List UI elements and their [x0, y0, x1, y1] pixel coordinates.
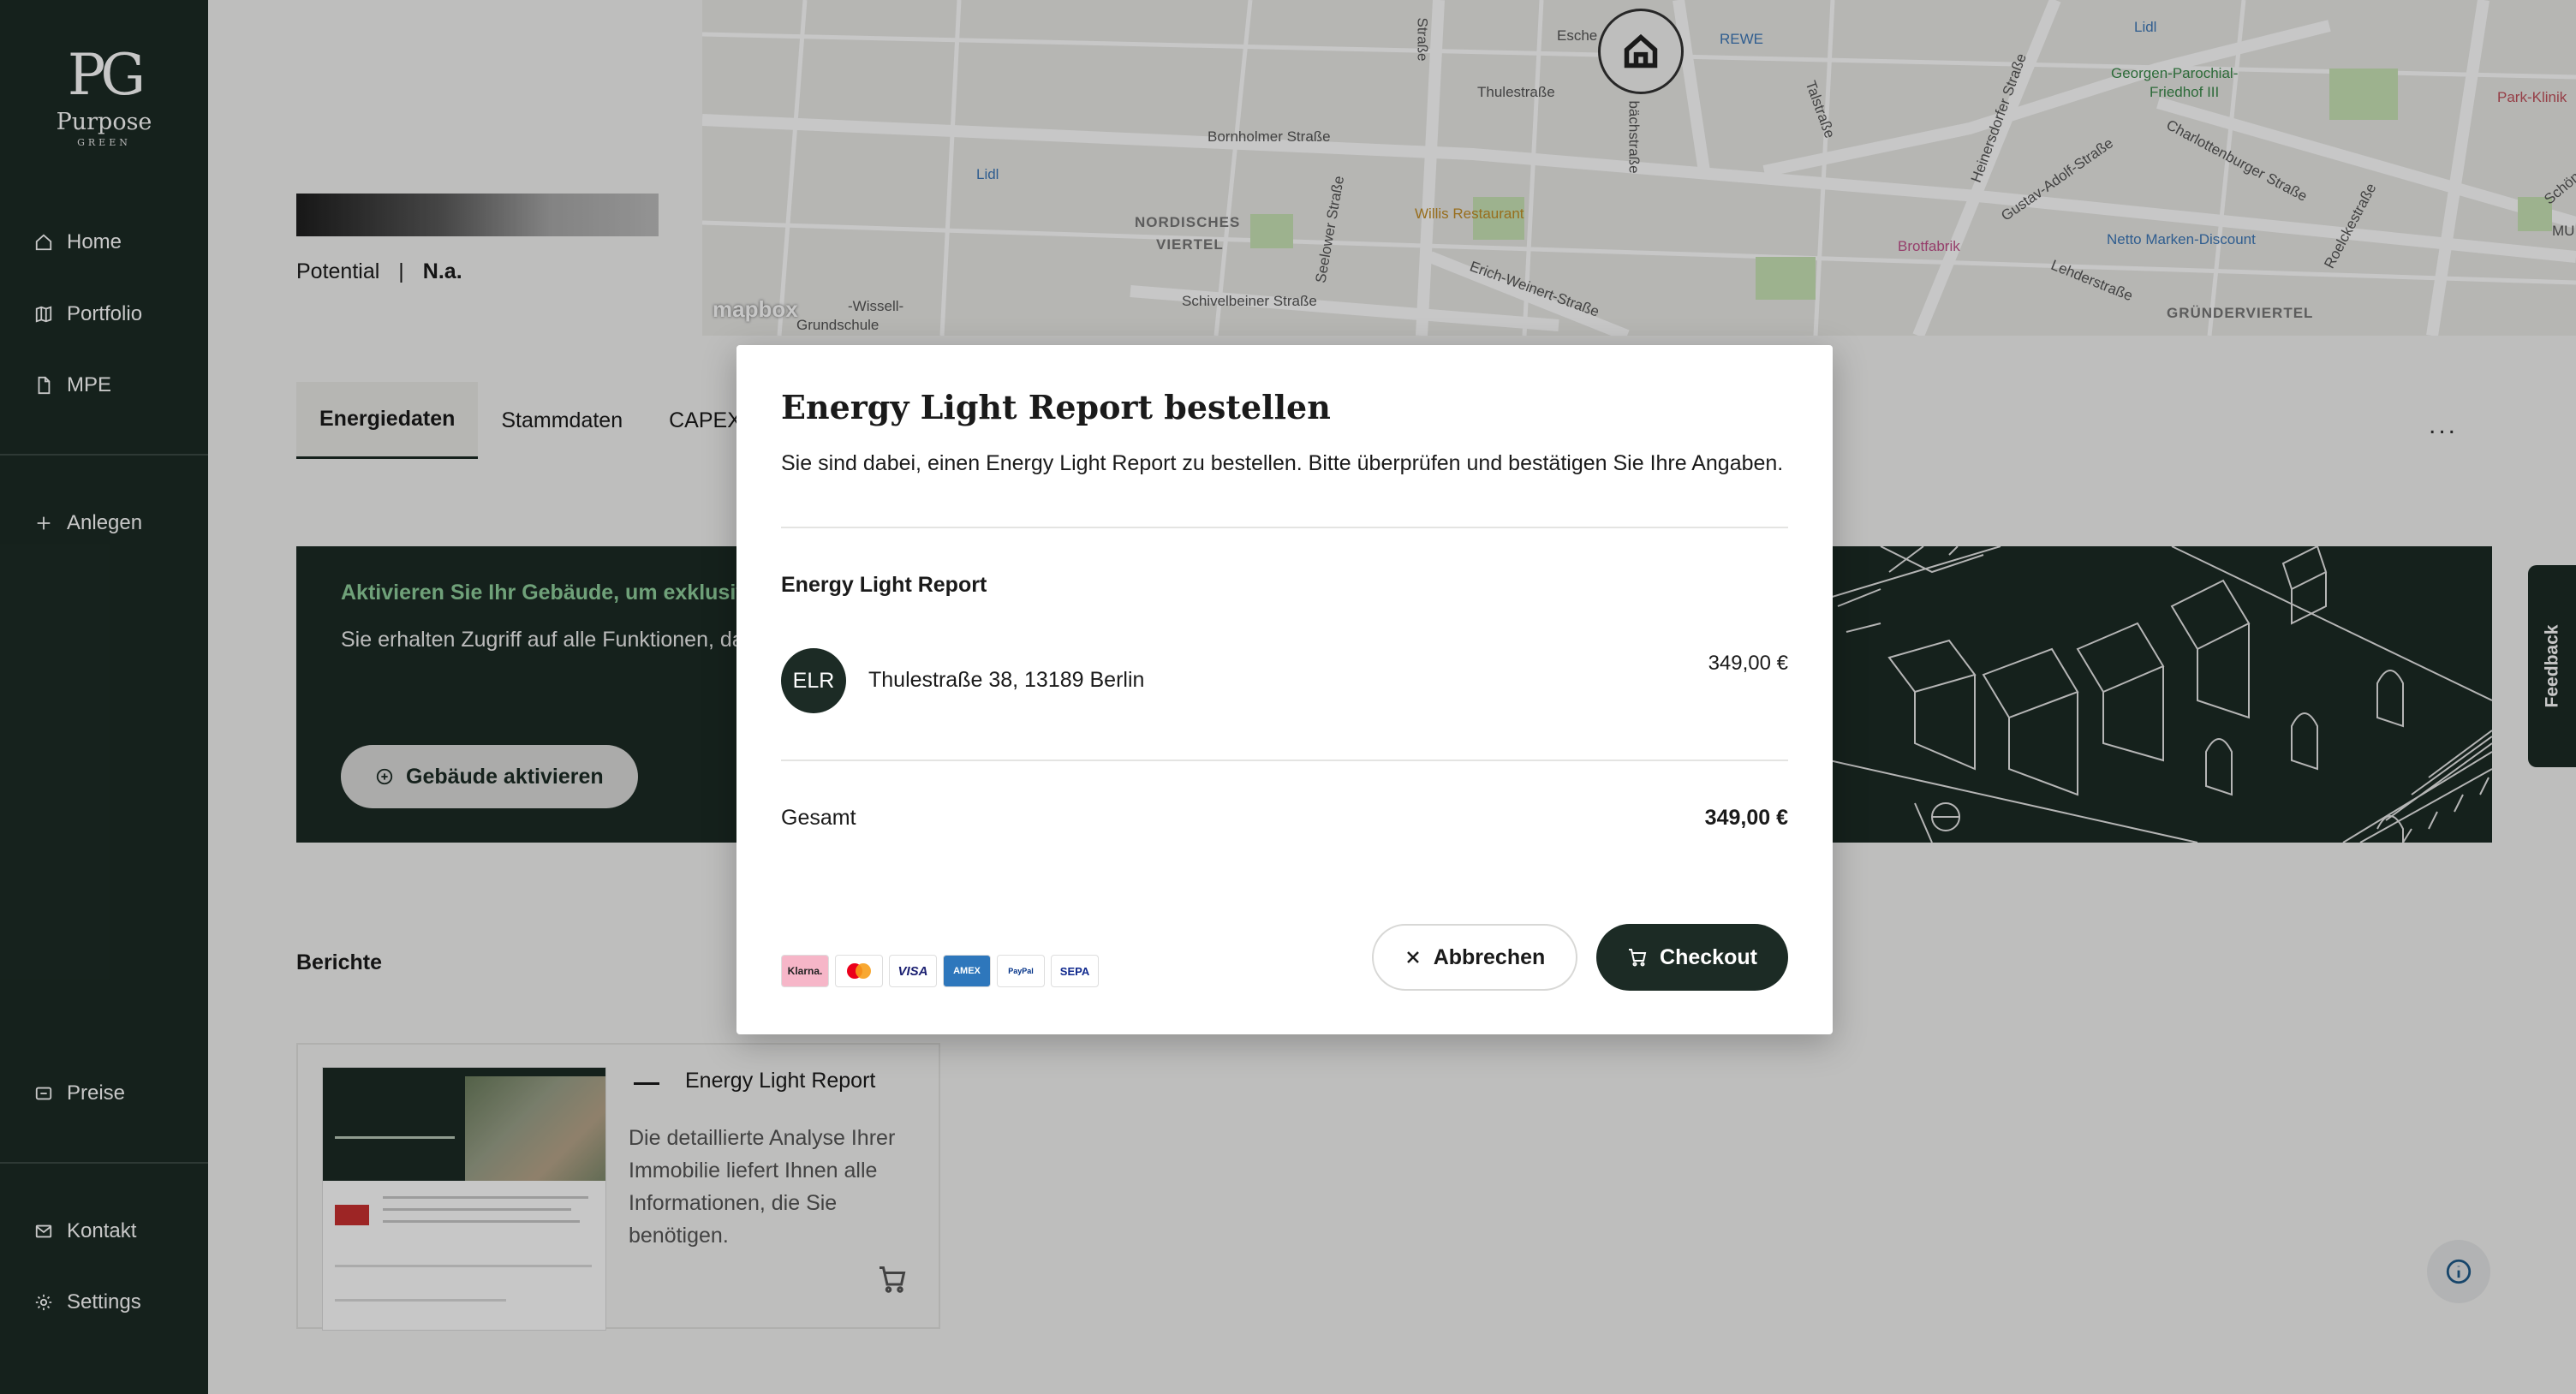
dialog-subtitle: Sie sind dabei, einen Energy Light Repor…	[781, 451, 1784, 475]
cancel-button-label: Abbrechen	[1433, 944, 1546, 969]
item-price: 349,00 €	[1708, 652, 1788, 675]
product-avatar: ELR	[781, 648, 846, 713]
payment-methods: Klarna. VISA AMEX PayPal SEPA	[781, 955, 1099, 987]
klarna-icon: Klarna.	[781, 955, 829, 987]
cart-icon	[1629, 949, 1647, 967]
mastercard-icon	[835, 955, 883, 987]
dialog-divider	[781, 527, 1788, 528]
order-address: Thulestraße 38, 13189 Berlin	[868, 668, 1145, 692]
checkout-button-label: Checkout	[1660, 944, 1757, 969]
total-price: 349,00 €	[1704, 806, 1788, 830]
amex-icon: AMEX	[943, 955, 991, 987]
paypal-icon: PayPal	[997, 955, 1045, 987]
total-label: Gesamt	[781, 806, 856, 830]
cancel-button[interactable]: Abbrechen	[1372, 924, 1577, 991]
dialog-divider	[781, 760, 1788, 761]
sepa-icon: SEPA	[1051, 955, 1099, 987]
order-section-title: Energy Light Report	[781, 573, 987, 597]
mastercard-logo	[847, 963, 871, 979]
close-icon	[1406, 951, 1419, 963]
order-report-dialog: Energy Light Report bestellen Sie sind d…	[736, 345, 1833, 1034]
visa-icon: VISA	[889, 955, 937, 987]
dialog-title: Energy Light Report bestellen	[781, 388, 1331, 426]
checkout-button[interactable]: Checkout	[1596, 924, 1788, 991]
